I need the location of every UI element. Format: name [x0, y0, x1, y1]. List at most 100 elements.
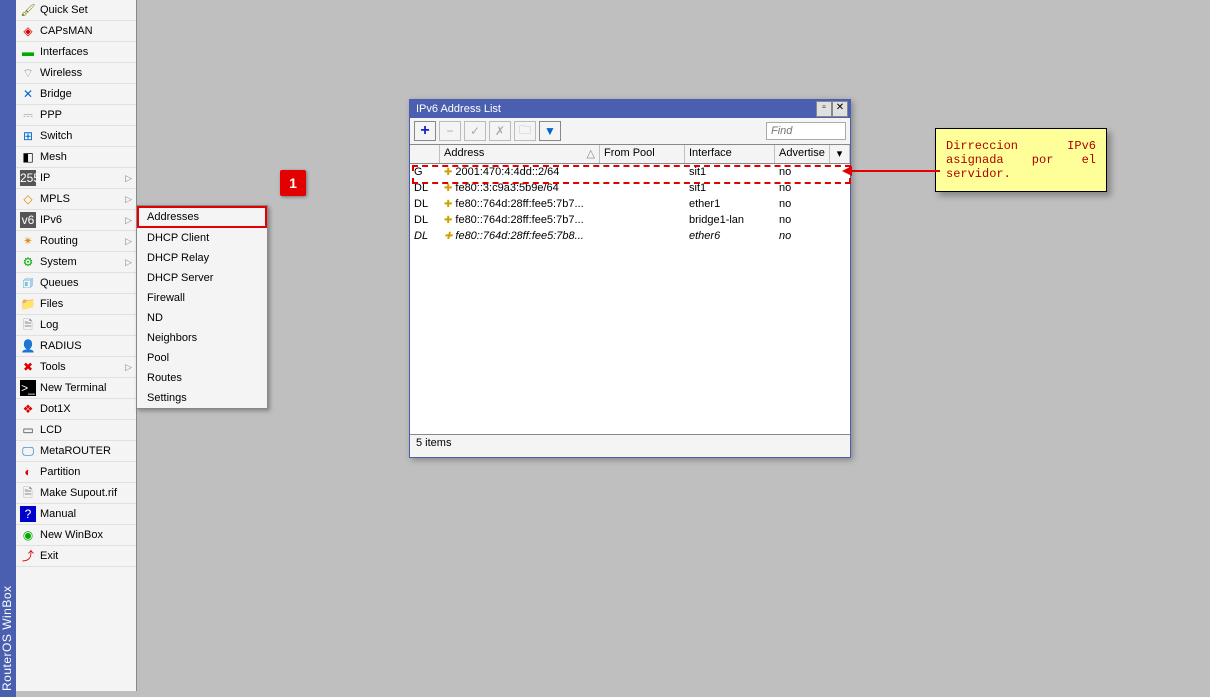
sidebar-item-queues[interactable]: 🗊Queues [16, 273, 136, 294]
cell-flags: DL [410, 230, 440, 242]
pt-icon: ◐ [20, 464, 36, 480]
sidebar-item-log[interactable]: 🗎 Log [16, 315, 136, 336]
enable-button[interactable]: ✓ [464, 121, 486, 141]
submenu-item-dhcp-server[interactable]: DHCP Server [137, 268, 267, 288]
window-minimize-button[interactable]: ▫ [816, 101, 832, 117]
col-address[interactable]: Address△ [440, 145, 600, 163]
sidebar-item-new-terminal[interactable]: >_New Terminal [16, 378, 136, 399]
find-input[interactable] [766, 122, 846, 140]
sidebar-item-switch[interactable]: ⊞Switch [16, 126, 136, 147]
submenu-item-firewall[interactable]: Firewall [137, 288, 267, 308]
sidebar-item-ppp[interactable]: ⎓PPP [16, 105, 136, 126]
cell-address: ✚fe80::3:c9a3:5b9e/64 [440, 182, 600, 194]
window-close-button[interactable]: ✕ [832, 101, 848, 117]
remove-button[interactable]: − [439, 121, 461, 141]
sidebar-item-label: RADIUS [40, 340, 82, 352]
sidebar-item-ip[interactable]: 255IP▷ [16, 168, 136, 189]
sidebar-item-dot1x[interactable]: ❖Dot1X [16, 399, 136, 420]
sidebar-item-label: Tools [40, 361, 66, 373]
submenu-item-pool[interactable]: Pool [137, 348, 267, 368]
sidebar-item-label: PPP [40, 109, 62, 121]
sidebar-item-system[interactable]: ⚙System▷ [16, 252, 136, 273]
submenu-arrow-icon: ▷ [125, 173, 132, 184]
sidebar-item-label: Routing [40, 235, 78, 247]
sidebar-item-wireless[interactable]: ⌔Wireless [16, 63, 136, 84]
sidebar-item-capsman[interactable]: ◈CAPsMAN [16, 21, 136, 42]
filter-button[interactable]: ▼ [539, 121, 561, 141]
cell-advertise: no [775, 166, 830, 178]
sidebar-item-mpls[interactable]: ◇ MPLS ▷ [16, 189, 136, 210]
status-bar: 5 items [410, 434, 850, 457]
rt-icon: ✴ [20, 233, 36, 249]
cell-address: ✚fe80::764d:28ff:fee5:7b8... [440, 230, 600, 242]
sidebar-item-routing[interactable]: ✴Routing▷ [16, 231, 136, 252]
ipv6-address-list-window: IPv6 Address List ▫ ✕ + − ✓ ✗ 🗀 ▼ Addres… [409, 99, 851, 458]
sidebar-item-metarouter[interactable]: 🖵MetaROUTER [16, 441, 136, 462]
address-icon: ✚ [444, 183, 452, 194]
cell-advertise: no [775, 198, 830, 210]
submenu-item-neighbors[interactable]: Neighbors [137, 328, 267, 348]
sidebar-item-label: MPLS [40, 193, 70, 205]
sidebar-item-label: Dot1X [40, 403, 71, 415]
sidebar-item-label: Interfaces [40, 46, 88, 58]
sys-icon: ⚙ [20, 254, 36, 270]
address-row[interactable]: DL✚fe80::3:c9a3:5b9e/64sit1no [410, 180, 850, 196]
grid-header: Address△ From Pool Interface Advertise ▾ [410, 145, 850, 164]
col-from-pool[interactable]: From Pool [600, 145, 685, 163]
log-icon: 🗎 [20, 317, 36, 333]
submenu-item-nd[interactable]: ND [137, 308, 267, 328]
sidebar-item-radius[interactable]: 👤RADIUS [16, 336, 136, 357]
wl-icon: ⌔ [20, 65, 36, 81]
sidebar-item-label: MetaROUTER [40, 445, 111, 457]
sidebar-item-quick-set[interactable]: 🖌Quick Set [16, 0, 136, 21]
sidebar-item-exit[interactable]: ⤴Exit [16, 546, 136, 567]
cell-advertise: no [775, 214, 830, 226]
grid-body[interactable]: G✚2001:470:4:4dd::2/64sit1noDL✚fe80::3:c… [410, 164, 850, 434]
sidebar-item-tools[interactable]: ✖Tools▷ [16, 357, 136, 378]
sidebar-item-new-winbox[interactable]: ◉New WinBox [16, 525, 136, 546]
submenu-item-dhcp-relay[interactable]: DHCP Relay [137, 248, 267, 268]
sidebar-item-mesh[interactable]: ◧Mesh [16, 147, 136, 168]
col-interface[interactable]: Interface [685, 145, 775, 163]
sidebar-item-label: Mesh [40, 151, 67, 163]
cell-flags: DL [410, 182, 440, 194]
sidebar-item-make-supout-rif[interactable]: 🗎Make Supout.rif [16, 483, 136, 504]
col-menu-dropdown[interactable]: ▾ [830, 145, 850, 163]
window-titlebar[interactable]: IPv6 Address List ▫ ✕ [410, 100, 850, 118]
address-row[interactable]: DL✚fe80::764d:28ff:fee5:7b7...ether1no [410, 196, 850, 212]
sidebar-item-interfaces[interactable]: ▬Interfaces [16, 42, 136, 63]
sidebar-item-label: Log [40, 319, 58, 331]
add-button[interactable]: + [414, 121, 436, 141]
qs-icon: 🖌 [20, 2, 36, 18]
sidebar-item-ipv6[interactable]: v6IPv6▷ [16, 210, 136, 231]
col-flags[interactable] [410, 145, 440, 163]
sidebar-item-partition[interactable]: ◐Partition [16, 462, 136, 483]
disable-button[interactable]: ✗ [489, 121, 511, 141]
sw-icon: ⊞ [20, 128, 36, 144]
address-row[interactable]: DL✚fe80::764d:28ff:fee5:7b7...bridge1-la… [410, 212, 850, 228]
cell-advertise: no [775, 230, 830, 242]
address-row[interactable]: DL✚fe80::764d:28ff:fee5:7b8...ether6no [410, 228, 850, 244]
submenu-item-addresses[interactable]: Addresses [137, 206, 267, 228]
address-icon: ✚ [444, 199, 452, 210]
col-advertise[interactable]: Advertise [775, 145, 830, 163]
sidebar-item-files[interactable]: 📁Files [16, 294, 136, 315]
submenu-item-routes[interactable]: Routes [137, 368, 267, 388]
address-row[interactable]: G✚2001:470:4:4dd::2/64sit1no [410, 164, 850, 180]
submenu-item-dhcp-client[interactable]: DHCP Client [137, 228, 267, 248]
submenu-item-settings[interactable]: Settings [137, 388, 267, 408]
tl-icon: ✖ [20, 359, 36, 375]
sidebar-item-manual[interactable]: ?Manual [16, 504, 136, 525]
submenu-arrow-icon: ▷ [125, 194, 132, 205]
sidebar-item-bridge[interactable]: ✕Bridge [16, 84, 136, 105]
nw-icon: ◉ [20, 527, 36, 543]
mpls-icon: ◇ [20, 191, 36, 207]
lcd-icon: ▭ [20, 422, 36, 438]
sidebar-item-lcd[interactable]: ▭LCD [16, 420, 136, 441]
sidebar-item-label: Queues [40, 277, 79, 289]
comment-button[interactable]: 🗀 [514, 121, 536, 141]
cell-address: ✚fe80::764d:28ff:fee5:7b7... [440, 198, 600, 210]
annotation-arrow [850, 170, 940, 172]
cap-icon: ◈ [20, 23, 36, 39]
ipv6-icon: v6 [20, 212, 36, 228]
